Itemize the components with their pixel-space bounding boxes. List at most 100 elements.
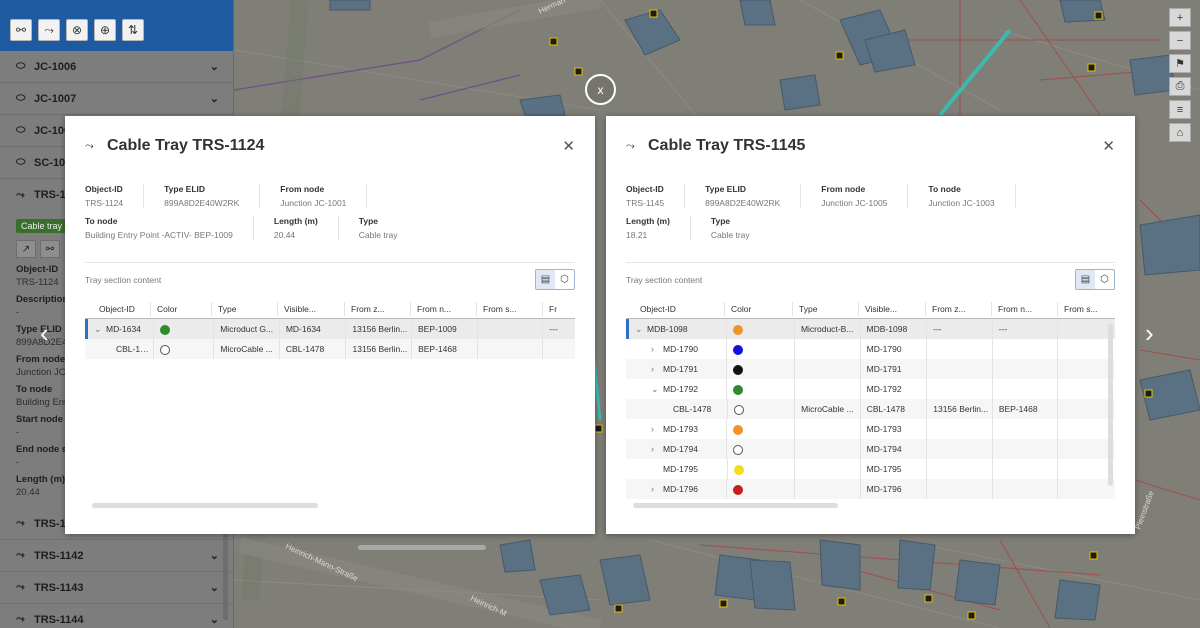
col-from-s[interactable]: From s... bbox=[1058, 302, 1115, 316]
table-row[interactable]: › MD-1791 MD-1791 bbox=[626, 359, 1115, 379]
table-row[interactable]: CBL-1478 MicroCable ... CBL-1478 13156 Berl… bbox=[626, 399, 1115, 419]
col-type[interactable]: Type bbox=[212, 301, 278, 316]
table-row[interactable]: › MD-1793 MD-1793 bbox=[626, 419, 1115, 439]
chevron-right-icon[interactable]: › bbox=[651, 439, 663, 459]
next-arrow-icon[interactable]: › bbox=[1145, 318, 1154, 349]
color-swatch bbox=[733, 364, 744, 375]
table-body: ⌄ MDB-1098 Microduct-B... MDB-1098 --- --- › MD… bbox=[626, 319, 1115, 499]
col-from-s[interactable]: From s... bbox=[477, 301, 543, 316]
col-color[interactable]: Color bbox=[151, 301, 212, 316]
cell-from-s bbox=[1058, 359, 1115, 379]
route-icon[interactable]: ⤳ bbox=[38, 19, 60, 41]
chevron-down-icon[interactable]: ⌄ bbox=[635, 319, 647, 339]
cell-color bbox=[727, 339, 796, 359]
table-row[interactable]: ⌄ MD-1634 Microduct G... MD-1634 13156 Berli… bbox=[85, 319, 575, 339]
cell-visible: MD-1796 bbox=[861, 479, 928, 499]
chevron-right-icon[interactable]: › bbox=[651, 419, 663, 439]
chevron-down-icon[interactable]: ⌄ bbox=[210, 549, 219, 562]
cancel-icon[interactable]: ⊗ bbox=[66, 19, 88, 41]
binoculars-icon[interactable]: ⚯ bbox=[10, 19, 32, 41]
chevron-down-icon[interactable]: ⌄ bbox=[210, 92, 219, 105]
node-icon: ⬭ bbox=[16, 124, 26, 136]
horizontal-scrollbar[interactable] bbox=[92, 503, 318, 508]
3d-view-icon[interactable]: ⬡ bbox=[1095, 270, 1114, 289]
cell-visible: MDB-1098 bbox=[861, 319, 928, 339]
chevron-down-icon[interactable]: ⌄ bbox=[94, 319, 106, 339]
open-external-icon[interactable]: ↗ bbox=[16, 240, 36, 258]
table-row[interactable]: ⌄ MD-1792 MD-1792 bbox=[626, 379, 1115, 399]
close-overlay-button[interactable]: x bbox=[585, 74, 616, 105]
col-fr[interactable]: Fr bbox=[543, 302, 575, 316]
color-swatch bbox=[733, 344, 744, 355]
chevron-down-icon[interactable]: ⌄ bbox=[651, 379, 663, 399]
sidebar-item-jc-1007[interactable]: ⬭ JC-1007 ⌄ bbox=[0, 83, 233, 115]
cell-object-id: › MD-1793 bbox=[629, 419, 728, 439]
chevron-right-icon[interactable]: › bbox=[651, 479, 663, 499]
col-type[interactable]: Type bbox=[793, 301, 859, 316]
color-swatch bbox=[733, 404, 744, 415]
col-visible[interactable]: Visible... bbox=[859, 301, 926, 316]
object-id-text: MD-1792 bbox=[663, 384, 698, 394]
cell-visible: MD-1792 bbox=[861, 379, 928, 399]
cell-from-z: 13156 Berlin... bbox=[927, 399, 993, 419]
home-icon[interactable]: ⌂ bbox=[1169, 123, 1191, 142]
table-view-icon[interactable]: ▤ bbox=[1076, 270, 1095, 289]
chevron-down-icon[interactable]: ⌄ bbox=[210, 581, 219, 594]
table-row[interactable]: › MD-1790 MD-1790 bbox=[626, 339, 1115, 359]
col-from-n[interactable]: From n... bbox=[992, 301, 1058, 316]
cell-from-n bbox=[993, 459, 1059, 479]
col-object-id[interactable]: Object-ID bbox=[85, 301, 151, 316]
col-from-n[interactable]: From n... bbox=[411, 301, 477, 316]
close-icon[interactable]: ✕ bbox=[1102, 137, 1115, 155]
layers-icon[interactable]: ≡ bbox=[1169, 100, 1191, 119]
cable-tray-icon: ⤳ bbox=[85, 139, 94, 152]
cell-type: Microduct-B... bbox=[795, 319, 861, 339]
object-id-text: MD-1791 bbox=[663, 364, 698, 374]
sidebar-item-trs-1142[interactable]: ⤳ TRS-1142 ⌄ bbox=[0, 540, 233, 572]
zoom-in-icon[interactable]: ⊕ bbox=[94, 19, 116, 41]
close-icon[interactable]: ✕ bbox=[562, 137, 575, 155]
table-row[interactable]: › MD-1796 MD-1796 bbox=[626, 479, 1115, 499]
node-icon: ⬭ bbox=[16, 92, 26, 104]
col-visible[interactable]: Visible... bbox=[278, 301, 345, 316]
cell-object-id: CBL-1478 bbox=[88, 339, 154, 359]
col-from-z[interactable]: From z... bbox=[926, 301, 992, 316]
previous-arrow-icon[interactable]: ‹ bbox=[40, 318, 49, 349]
node-icon: ⬭ bbox=[16, 60, 26, 72]
chevron-right-icon[interactable]: › bbox=[651, 339, 663, 359]
col-object-id[interactable]: Object-ID bbox=[626, 301, 725, 316]
map-scrollbar[interactable] bbox=[358, 545, 486, 550]
cell-from-s bbox=[1058, 399, 1115, 419]
zoom-in-icon[interactable]: + bbox=[1169, 8, 1191, 27]
prop-to-node: To node Building Entry Point -ACTIV- BEP-… bbox=[85, 216, 254, 240]
bookmark-icon[interactable]: ⚑ bbox=[1169, 54, 1191, 73]
sidebar-item-jc-1006[interactable]: ⬭ JC-1006 ⌄ bbox=[0, 51, 233, 83]
cable-tray-dialog-2: ⤳ Cable Tray TRS-1145 ✕ Object-ID TRS-114… bbox=[606, 116, 1135, 534]
horizontal-scrollbar[interactable] bbox=[633, 503, 838, 508]
color-swatch bbox=[159, 324, 170, 335]
chevron-right-icon[interactable]: › bbox=[651, 359, 663, 379]
sidebar-item-trs-1144[interactable]: ⤳ TRS-1144 ⌄ bbox=[0, 604, 233, 628]
col-color[interactable]: Color bbox=[725, 301, 793, 316]
cell-from-s bbox=[478, 339, 544, 359]
print-icon[interactable]: ⎙ bbox=[1169, 77, 1191, 96]
binoculars-icon[interactable]: ⚯ bbox=[40, 240, 60, 258]
table-view-icon[interactable]: ▤ bbox=[536, 270, 555, 289]
chevron-down-icon[interactable]: ⌄ bbox=[210, 613, 219, 626]
cell-color bbox=[154, 339, 215, 359]
sort-icon[interactable]: ⇅ bbox=[122, 19, 144, 41]
3d-view-icon[interactable]: ⬡ bbox=[555, 270, 574, 289]
vertical-scrollbar[interactable] bbox=[1108, 324, 1113, 486]
cell-from-s bbox=[478, 319, 544, 339]
chevron-down-icon[interactable]: ⌄ bbox=[210, 60, 219, 73]
table-row[interactable]: ⌄ MDB-1098 Microduct-B... MDB-1098 --- --- bbox=[626, 319, 1115, 339]
col-from-z[interactable]: From z... bbox=[345, 301, 411, 316]
object-id-text: MD-1794 bbox=[663, 444, 698, 454]
cable-tray-icon: ⤳ bbox=[16, 613, 25, 625]
table-row[interactable]: CBL-1478 MicroCable ... CBL-1478 13156 Berl… bbox=[85, 339, 575, 359]
table-row[interactable]: › MD-1794 MD-1794 bbox=[626, 439, 1115, 459]
sidebar-item-trs-1143[interactable]: ⤳ TRS-1143 ⌄ bbox=[0, 572, 233, 604]
zoom-out-icon[interactable]: − bbox=[1169, 31, 1191, 50]
cell-color bbox=[727, 479, 796, 499]
table-row[interactable]: MD-1795 MD-1795 bbox=[626, 459, 1115, 479]
